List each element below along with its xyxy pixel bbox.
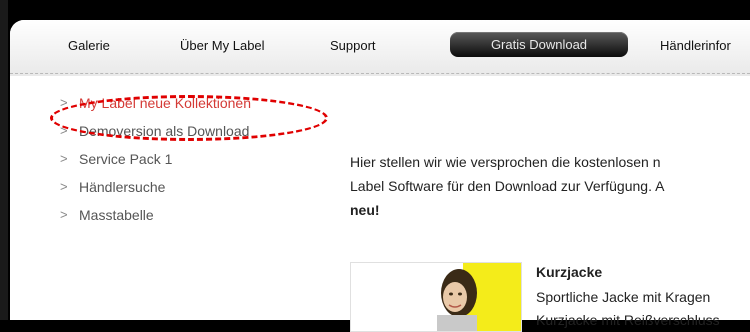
product-photo-icon <box>351 263 521 331</box>
chevron-right-icon: > <box>60 123 68 138</box>
nav-galerie[interactable]: Galerie <box>68 38 110 53</box>
sidebar-item-label: Service Pack 1 <box>79 151 173 167</box>
nav-gratis-download[interactable]: Gratis Download <box>450 32 628 57</box>
product-image[interactable] <box>350 262 522 332</box>
intro-text: Hier stellen wir wie versprochen die kos… <box>350 150 750 222</box>
nav-haendlerinfo[interactable]: Händlerinfor <box>660 38 731 53</box>
sidebar-item-label: My Label neue Kollektionen <box>79 95 252 111</box>
sidebar-item-label: Masstabelle <box>79 207 154 223</box>
intro-line: Hier stellen wir wie versprochen die kos… <box>350 154 661 170</box>
chevron-right-icon: > <box>60 179 68 194</box>
nav-ueber-my-label[interactable]: Über My Label <box>180 38 265 53</box>
product-description-line2: Kurzjacke mit Reißverschluss <box>536 312 720 328</box>
intro-line: Label Software für den Download zur Verf… <box>350 178 665 194</box>
sidebar-item-label: Demoversion als Download <box>79 123 250 139</box>
window-edge <box>0 0 8 320</box>
chevron-right-icon: > <box>60 207 68 222</box>
product-title: Kurzjacke <box>536 264 603 280</box>
top-navigation: Galerie Über My Label Support Gratis Dow… <box>10 20 750 76</box>
intro-line: neu! <box>350 202 380 218</box>
product-description: Sportliche Jacke mit Kragen <box>536 289 711 305</box>
nav-divider <box>10 73 750 74</box>
sidebar-item-label: Händlersuche <box>79 179 166 195</box>
chevron-right-icon: > <box>60 95 68 110</box>
chevron-right-icon: > <box>60 151 68 166</box>
nav-support[interactable]: Support <box>330 38 376 53</box>
